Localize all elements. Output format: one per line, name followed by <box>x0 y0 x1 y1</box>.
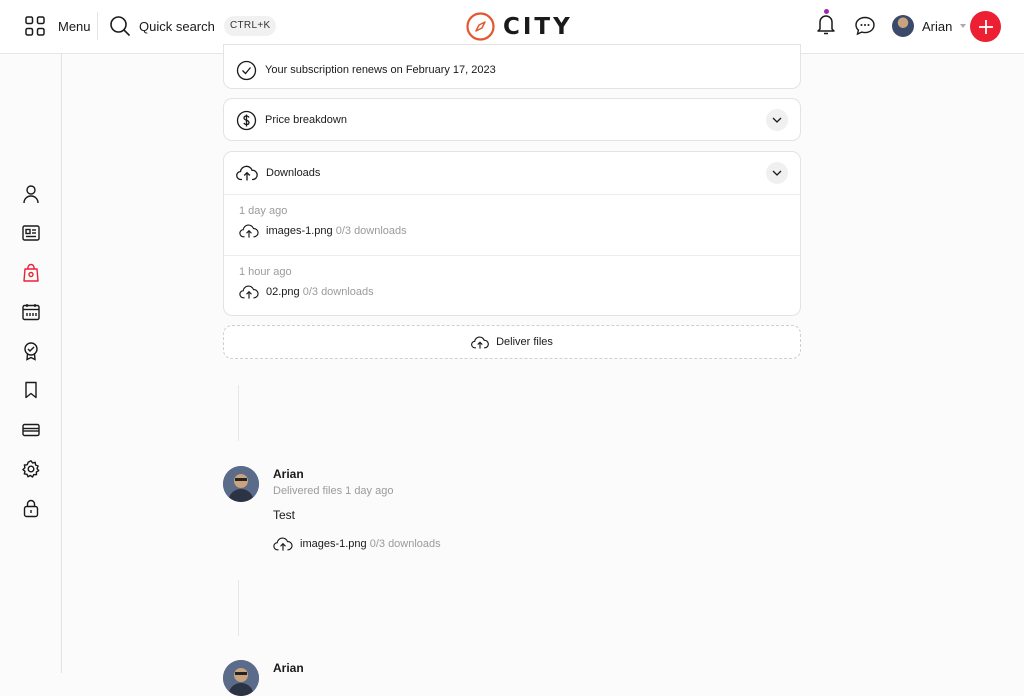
credit-card-icon <box>22 423 40 437</box>
id-card-icon <box>22 225 40 241</box>
downloads-card: Downloads 1 day ago images-1.png 0/3 dow… <box>223 151 801 316</box>
messages-button[interactable] <box>854 15 876 37</box>
user-menu[interactable]: Arian <box>892 15 967 37</box>
downloads-header[interactable]: Downloads <box>224 152 800 194</box>
notification-dot <box>824 9 829 14</box>
expand-button[interactable] <box>766 162 788 184</box>
sidebar-item-profile-card[interactable] <box>20 222 42 244</box>
user-icon <box>23 185 39 204</box>
avatar <box>892 15 914 37</box>
download-count: 0/3 downloads <box>302 286 374 298</box>
price-breakdown-label: Price breakdown <box>265 114 347 126</box>
quick-search-button[interactable]: Quick search <box>109 15 215 37</box>
cloud-upload-icon <box>273 537 293 551</box>
user-name: Arian <box>922 18 953 34</box>
deliver-files-button[interactable]: Deliver files <box>223 325 801 359</box>
shopping-bag-icon <box>23 263 39 282</box>
deliver-files-label: Deliver files <box>496 336 553 348</box>
avatar <box>223 466 259 502</box>
search-icon <box>110 16 131 37</box>
brand-name: CITY <box>503 13 573 40</box>
cloud-upload-icon <box>239 285 259 299</box>
sidebar <box>0 54 62 673</box>
file-name: 02.png <box>266 286 300 298</box>
grid-icon <box>25 16 45 36</box>
download-count: 0/3 downloads <box>335 225 407 237</box>
sidebar-item-calendar[interactable] <box>20 301 42 323</box>
price-breakdown-card[interactable]: Price breakdown <box>223 98 801 141</box>
menu-button[interactable]: Menu <box>24 15 91 37</box>
sidebar-item-settings[interactable] <box>20 458 42 480</box>
avatar <box>223 660 259 696</box>
chat-bubble-icon <box>855 16 875 36</box>
badge-check-icon <box>24 342 38 361</box>
message-text: Test <box>273 508 296 522</box>
downloads-label: Downloads <box>266 167 321 179</box>
menu-label: Menu <box>58 18 91 34</box>
message-author: Arian <box>273 467 304 481</box>
cloud-upload-icon <box>471 335 489 349</box>
list-item: 1 day ago images-1.png 0/3 downloads <box>224 194 800 255</box>
download-file-link[interactable]: 02.png 0/3 downloads <box>239 284 785 300</box>
quick-search-label: Quick search <box>139 18 215 34</box>
calendar-icon <box>22 304 40 321</box>
message-file-link[interactable]: images-1.png 0/3 downloads <box>273 536 441 552</box>
sidebar-item-payments[interactable] <box>20 419 42 441</box>
cloud-upload-icon <box>239 224 259 238</box>
timeline-connector <box>238 385 239 441</box>
chevron-down-icon <box>772 117 782 123</box>
sidebar-item-security[interactable] <box>20 497 42 519</box>
brand-logo[interactable]: CITY <box>466 12 573 41</box>
download-time: 1 hour ago <box>239 266 292 278</box>
shortcut-badge: CTRL+K <box>224 16 277 36</box>
compass-icon <box>466 12 495 41</box>
chevron-down-icon <box>960 24 967 28</box>
settings-icon <box>22 460 40 478</box>
cloud-upload-icon <box>236 165 258 181</box>
bookmark-icon <box>25 381 37 399</box>
chevron-down-icon <box>772 170 782 176</box>
sidebar-item-saved[interactable] <box>20 379 42 401</box>
list-item: 1 hour ago 02.png 0/3 downloads <box>224 255 800 316</box>
subscription-text: Your subscription renews on February 17,… <box>265 64 496 76</box>
download-time: 1 day ago <box>239 205 288 217</box>
download-count: 0/3 downloads <box>369 538 441 550</box>
sidebar-item-orders[interactable] <box>20 262 42 284</box>
file-name: images-1.png <box>266 225 333 237</box>
lock-icon <box>23 499 39 518</box>
timeline-connector <box>238 580 239 636</box>
add-button[interactable] <box>970 11 1001 42</box>
dollar-circle-icon <box>236 110 257 130</box>
subscription-card: Your subscription renews on February 17,… <box>223 44 801 89</box>
download-file-link[interactable]: images-1.png 0/3 downloads <box>239 223 785 239</box>
file-name: images-1.png <box>300 538 367 550</box>
message-subtitle: Delivered files 1 day ago <box>273 485 394 497</box>
sidebar-item-badges[interactable] <box>20 340 42 362</box>
plus-icon <box>978 19 993 34</box>
divider <box>97 12 98 40</box>
sidebar-item-profile[interactable] <box>20 183 42 205</box>
notifications-button[interactable] <box>815 9 837 41</box>
check-circle-icon <box>236 60 257 80</box>
bell-icon <box>817 15 835 35</box>
expand-button[interactable] <box>766 109 788 131</box>
